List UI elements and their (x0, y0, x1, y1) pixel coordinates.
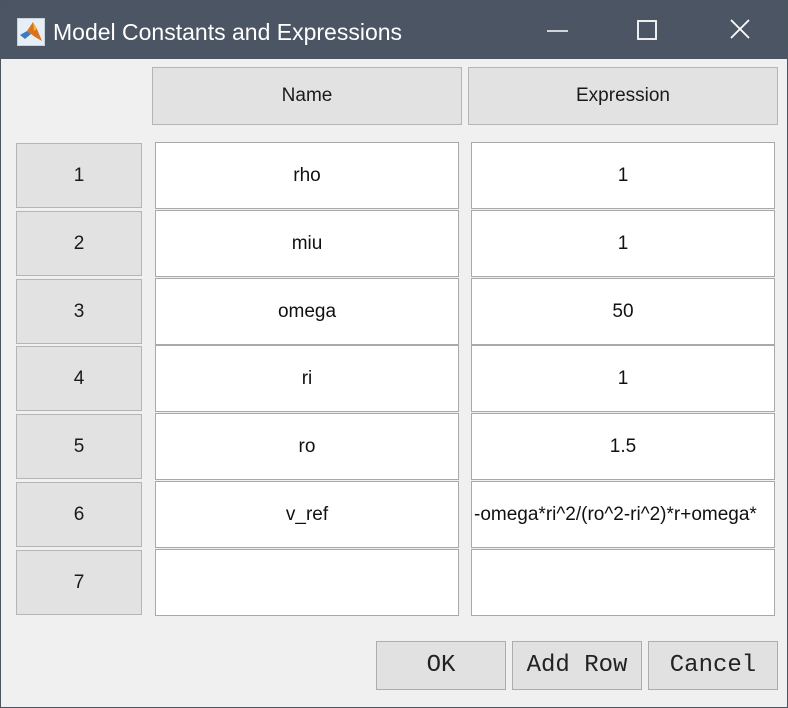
row-header[interactable]: 5 (16, 414, 142, 479)
expression-cell[interactable]: 1 (471, 210, 775, 277)
expression-cell[interactable]: 1 (471, 345, 775, 412)
row-header[interactable]: 7 (16, 550, 142, 615)
name-cell[interactable]: omega (155, 278, 459, 345)
expression-cell[interactable]: 1 (471, 142, 775, 209)
column-header-name[interactable]: Name (152, 67, 462, 125)
minimize-icon (547, 30, 568, 32)
matlab-logo-icon (17, 18, 45, 46)
add-row-button[interactable]: Add Row (512, 641, 642, 690)
close-button[interactable] (695, 1, 787, 59)
expression-cell[interactable]: 50 (471, 278, 775, 345)
ok-button[interactable]: OK (376, 641, 506, 690)
cancel-button[interactable]: Cancel (648, 641, 778, 690)
name-cell[interactable]: ro (155, 413, 459, 480)
row-header[interactable]: 1 (16, 143, 142, 208)
title-bar[interactable]: Model Constants and Expressions (1, 1, 787, 59)
expression-cell[interactable]: 1.5 (471, 413, 775, 480)
name-cell[interactable]: ri (155, 345, 459, 412)
name-cell[interactable]: rho (155, 142, 459, 209)
name-cell[interactable]: miu (155, 210, 459, 277)
maximize-icon (637, 20, 657, 40)
row-header[interactable]: 4 (16, 346, 142, 411)
row-header[interactable]: 6 (16, 482, 142, 547)
expression-cell[interactable]: -omega*ri^2/(ro^2-ri^2)*r+omega* (471, 481, 775, 548)
expression-cell[interactable] (471, 549, 775, 616)
minimize-button[interactable] (511, 1, 603, 59)
maximize-button[interactable] (603, 1, 695, 59)
column-header-expression[interactable]: Expression (468, 67, 778, 125)
window-title: Model Constants and Expressions (53, 19, 403, 45)
dialog-window: Model Constants and Expressions Name Exp… (0, 0, 788, 708)
row-header[interactable]: 2 (16, 211, 142, 276)
close-icon (730, 19, 750, 39)
row-header[interactable]: 3 (16, 279, 142, 344)
name-cell[interactable] (155, 549, 459, 616)
name-cell[interactable]: v_ref (155, 481, 459, 548)
